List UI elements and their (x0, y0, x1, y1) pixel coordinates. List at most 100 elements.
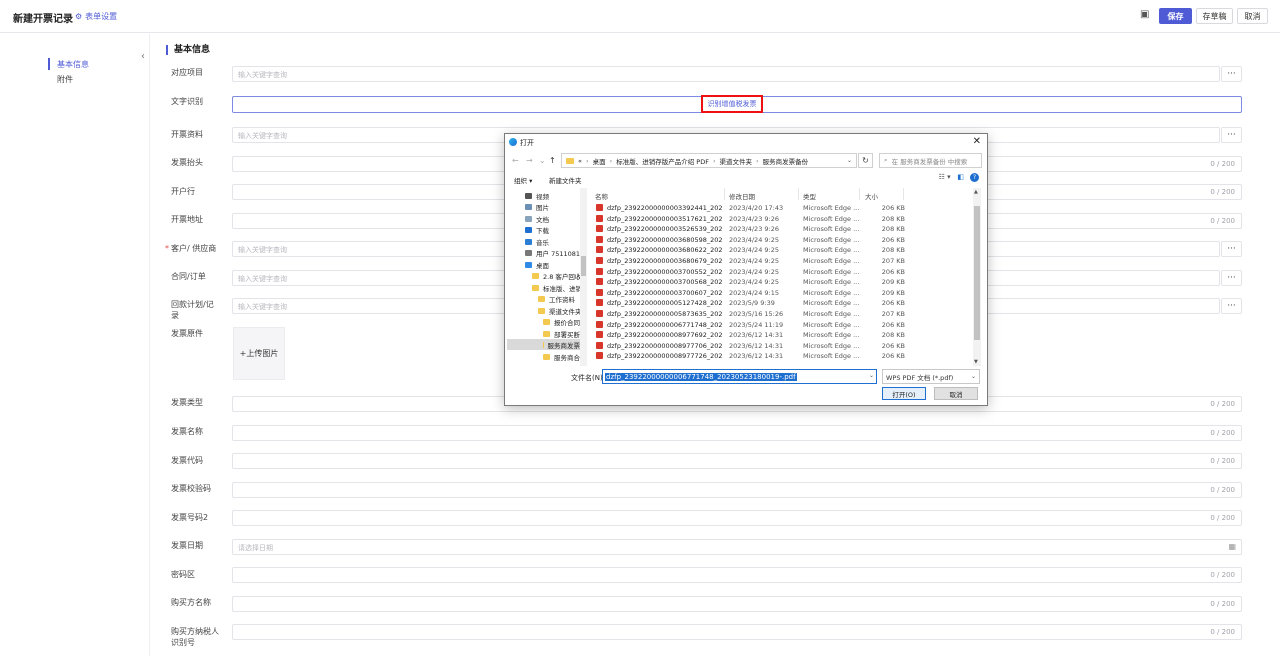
tree-item-desktop[interactable]: 桌面 (525, 259, 549, 270)
tree-item-documents[interactable]: 文档 (525, 213, 549, 224)
save-draft-button[interactable]: 存草稿 (1196, 8, 1233, 24)
customer-more-button[interactable]: ··· (1221, 241, 1242, 257)
dialog-cancel-button[interactable]: 取消 (934, 387, 978, 400)
tree-scrollbar[interactable] (580, 188, 587, 366)
scrollbar-thumb[interactable] (581, 256, 586, 276)
file-row[interactable]: dzfp_23922000000003700552_20230... 2023/4… (591, 266, 973, 277)
tree-item-folder[interactable]: 渠道文件夹 (538, 305, 582, 316)
breadcrumb-0[interactable]: « (578, 157, 582, 165)
address-dropdown-icon[interactable]: ⌄ (847, 157, 852, 164)
refresh-icon[interactable]: ↻ (858, 153, 873, 168)
scroll-down-icon[interactable]: ▼ (974, 359, 978, 365)
file-type: Microsoft Edge ... (803, 214, 860, 223)
cipher-input[interactable]: 0 / 200 (232, 567, 1242, 583)
char-counter: 0 / 200 (1210, 217, 1235, 225)
recognize-vat-invoice-button[interactable]: 识别增值税发票 (701, 95, 763, 113)
col-divider[interactable] (859, 188, 860, 200)
new-folder-button[interactable]: 新建文件夹 (549, 175, 582, 185)
tree-item-downloads[interactable]: 下载 (525, 224, 549, 235)
file-row[interactable]: dzfp_23922000000003700568_20230... 2023/4… (591, 276, 973, 287)
open-button[interactable]: 打开(O) (882, 387, 926, 400)
tree-item-folder[interactable]: 报价合同 (543, 316, 580, 327)
label-invoice-date: 发票日期 (171, 541, 203, 550)
col-divider[interactable] (798, 188, 799, 200)
breadcrumb-4[interactable]: 服务商发票备份 (763, 156, 809, 166)
file-row[interactable]: dzfp_23922000000003700607_20230... 2023/4… (591, 287, 973, 298)
help-icon[interactable]: ? (970, 173, 979, 182)
tree-item-folder[interactable]: 工作资料 (538, 293, 575, 304)
file-row[interactable]: dzfp_23922000000003680679_20230... 2023/4… (591, 255, 973, 266)
file-row[interactable]: dzfp_23922000000008977692_20230... 2023/6… (591, 329, 973, 340)
col-type[interactable]: 类型 (803, 191, 816, 201)
invoice-info-more-button[interactable]: ··· (1221, 127, 1242, 143)
buyer-tax-input[interactable]: 0 / 200 (232, 624, 1242, 640)
col-divider[interactable] (903, 188, 904, 200)
check-code-input[interactable]: 0 / 200 (232, 482, 1242, 498)
chevron-down-icon[interactable]: ⌄ (869, 372, 874, 379)
file-row[interactable]: dzfp_23922000000003680598_20230... 2023/4… (591, 234, 973, 245)
col-size[interactable]: 大小 (865, 191, 878, 201)
tree-item-folder[interactable]: 2.8 客户回收 (532, 270, 581, 281)
cancel-button[interactable]: 取消 (1237, 8, 1268, 24)
search-input[interactable]: ⌕ 在 服务商发票备份 中搜索 (879, 153, 982, 168)
file-row[interactable]: dzfp_23922000000005873635_20230... 2023/5… (591, 308, 973, 319)
invoice-no2-input[interactable]: 0 / 200 (232, 510, 1242, 526)
breadcrumb-3[interactable]: 渠道文件夹 (720, 156, 753, 166)
required-mark: * (165, 244, 169, 253)
file-row[interactable]: dzfp_23922000000003526539_20230... 2023/4… (591, 223, 973, 234)
file-row[interactable]: dzfp_23922000000008977726_20230... 2023/6… (591, 350, 973, 361)
file-list-scrollbar[interactable]: ▲ ▼ (973, 188, 981, 366)
scroll-up-icon[interactable]: ▲ (974, 189, 978, 195)
tree-item-pictures[interactable]: 图片 (525, 201, 549, 212)
payment-plan-more-button[interactable]: ··· (1221, 298, 1242, 314)
scrollbar-thumb[interactable] (974, 206, 980, 340)
file-date: 2023/4/23 9:26 (729, 214, 779, 223)
invoice-code-input[interactable]: 0 / 200 (232, 453, 1242, 469)
preview-icon[interactable]: ▣ (1140, 9, 1151, 20)
filetype-select[interactable]: WPS PDF 文档 (*.pdf) ⌄ (882, 369, 980, 384)
file-row[interactable]: dzfp_23922000000005127428_20230... 2023/5… (591, 297, 973, 308)
file-row[interactable]: dzfp_23922000000003392441_20230... 2023/4… (591, 202, 973, 213)
col-divider[interactable] (724, 188, 725, 200)
filename-input[interactable]: dzfp_23922000000006771748_20230523180019… (602, 369, 877, 384)
contract-more-button[interactable]: ··· (1221, 270, 1242, 286)
file-name: dzfp_23922000000006771748_20230... (607, 320, 723, 329)
tree-item-user[interactable]: 用户 7511081 (525, 247, 580, 258)
breadcrumb-1[interactable]: 桌面 (593, 156, 606, 166)
file-list: 名称 ^ 修改日期 类型 大小 dzfp_2392200000000339244… (591, 188, 981, 366)
forward-arrow-icon[interactable]: → (526, 156, 533, 165)
save-button[interactable]: 保存 (1159, 8, 1192, 24)
file-row[interactable]: dzfp_23922000000006771748_20230... 2023/5… (591, 319, 973, 330)
back-arrow-icon[interactable]: ← (512, 156, 519, 165)
nav-item-attachments[interactable]: 附件 (57, 74, 73, 85)
preview-pane-icon[interactable]: ◧ (957, 173, 964, 181)
invoice-date-picker[interactable]: 请选择日期 ▦ (232, 539, 1242, 555)
collapse-icon[interactable]: ‹ (141, 51, 145, 62)
breadcrumb-2[interactable]: 标准版、进销存版产品介绍 PDF (616, 156, 709, 166)
form-settings-link[interactable]: ⚙ 表单设置 (75, 11, 117, 22)
buyer-name-input[interactable]: 0 / 200 (232, 596, 1242, 612)
col-name[interactable]: 名称 (595, 191, 608, 201)
tree-item-videos[interactable]: 视频 (525, 190, 549, 201)
invoice-name-input[interactable]: 0 / 200 (232, 425, 1242, 441)
address-bar[interactable]: «› 桌面 › 标准版、进销存版产品介绍 PDF › 渠道文件夹 › 服务商发票备份 … (561, 153, 857, 168)
file-date: 2023/4/24 9:25 (729, 257, 779, 265)
project-input[interactable]: 输入关键字查询 (232, 66, 1220, 82)
file-row[interactable]: dzfp_23922000000003680622_20230... 2023/4… (591, 244, 973, 255)
chevron-down-icon[interactable]: ⌄ (539, 156, 546, 165)
file-row[interactable]: dzfp_23922000000003517621_20230... 2023/4… (591, 213, 973, 224)
close-icon[interactable]: ✕ (973, 136, 981, 147)
tree-label: 报价合同 (554, 318, 580, 327)
tree-item-music[interactable]: 音乐 (525, 236, 549, 247)
project-more-button[interactable]: ··· (1221, 66, 1242, 82)
pdf-file-icon (596, 299, 603, 307)
view-mode-icon[interactable]: ☷ ▾ (939, 173, 951, 181)
up-arrow-icon[interactable]: ↑ (549, 156, 556, 165)
organize-menu[interactable]: 组织 ▾ (514, 175, 532, 185)
col-date[interactable]: 修改日期 (729, 191, 755, 201)
nav-item-basic-info[interactable]: 基本信息 (57, 59, 89, 70)
tree-item-folder[interactable]: 标准版、进销 (532, 282, 582, 293)
file-row[interactable]: dzfp_23922000000008977706_20230... 2023/6… (591, 340, 973, 351)
tree-item-selected-folder[interactable]: 服务商发票 (507, 339, 580, 350)
upload-image-button[interactable]: +上传图片 (233, 327, 285, 380)
